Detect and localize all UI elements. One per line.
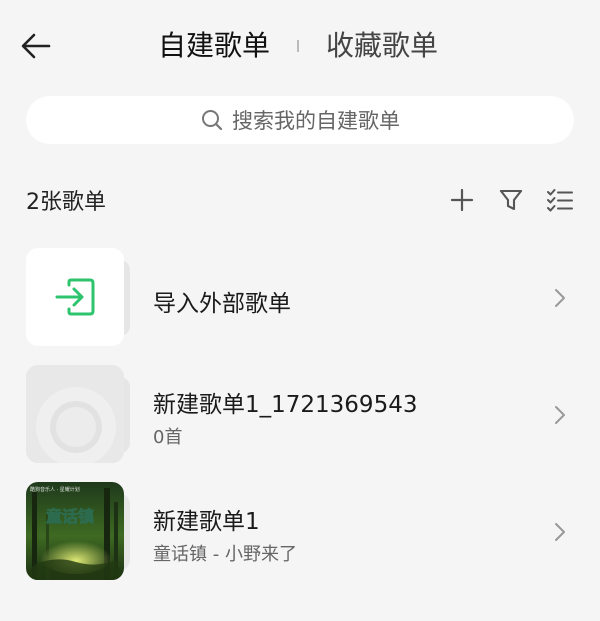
plus-icon [450, 188, 474, 212]
cover-wrap [26, 248, 132, 346]
playlist-title: 新建歌单1 [153, 509, 260, 535]
chevron-right-icon [550, 520, 570, 544]
arrow-left-icon [21, 33, 51, 59]
add-playlist-button[interactable] [446, 184, 478, 216]
album-art-image: 酷狗音乐人 · 星耀计划 童话镇 [26, 482, 124, 580]
cover-wrap: 酷狗音乐人 · 星耀计划 童话镇 [26, 482, 132, 580]
top-bar: 自建歌单 收藏歌单 [0, 0, 600, 92]
svg-text:酷狗音乐人 · 星耀计划: 酷狗音乐人 · 星耀计划 [30, 486, 80, 493]
search-input[interactable]: 搜索我的自建歌单 [26, 96, 574, 144]
search-icon [202, 110, 223, 131]
playlist-count: 2张歌单 [26, 190, 106, 215]
tab-self-built-playlists[interactable]: 自建歌单 [158, 26, 270, 66]
cover-wrap [26, 365, 132, 463]
tab-collected-playlists[interactable]: 收藏歌单 [326, 26, 438, 66]
checklist-icon [547, 189, 573, 212]
list-item-import-playlist[interactable]: 导入外部歌单 [0, 248, 600, 352]
import-icon [55, 278, 95, 316]
back-button[interactable] [14, 24, 58, 68]
chevron-right-icon [550, 286, 570, 310]
tab-divider [297, 40, 299, 52]
playlist-title: 新建歌单1_1721369543 [153, 392, 418, 418]
playlist-cover-placeholder [26, 365, 124, 463]
filter-button[interactable] [495, 184, 527, 216]
list-item-playlist[interactable]: 酷狗音乐人 · 星耀计划 童话镇 新建歌单1 童话镇 - 小野来了 [0, 482, 600, 586]
playlist-title: 导入外部歌单 [153, 291, 291, 317]
chevron-right-icon [550, 403, 570, 427]
filter-icon [499, 189, 523, 211]
playlist-subtitle: 童话镇 - 小野来了 [153, 544, 297, 565]
search-placeholder: 搜索我的自建歌单 [232, 109, 400, 133]
multi-select-button[interactable] [544, 184, 576, 216]
disc-placeholder-icon [26, 365, 124, 463]
album-art-cover: 酷狗音乐人 · 星耀计划 童话镇 [26, 482, 124, 580]
svg-text:童话镇: 童话镇 [46, 507, 94, 526]
playlist-subtitle: 0首 [153, 427, 183, 448]
list-header: 2张歌单 [26, 180, 576, 220]
list-item-playlist[interactable]: 新建歌单1_1721369543 0首 [0, 365, 600, 469]
import-cover [26, 248, 124, 346]
